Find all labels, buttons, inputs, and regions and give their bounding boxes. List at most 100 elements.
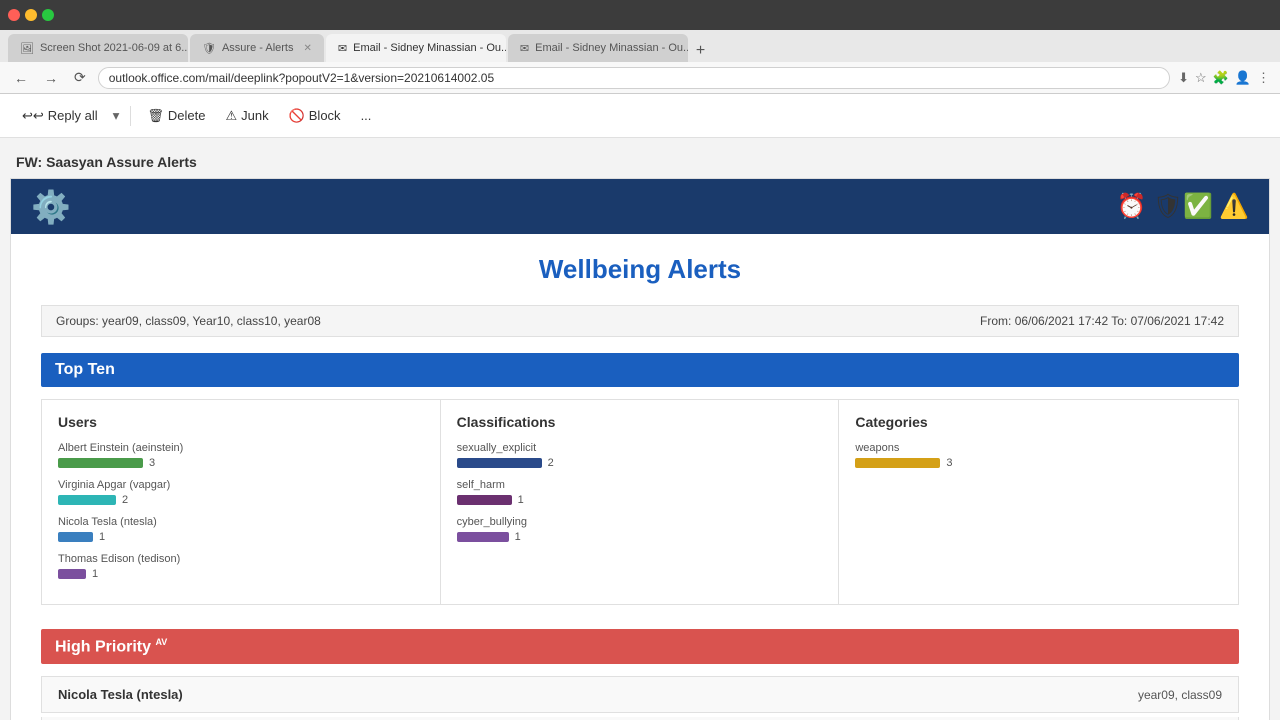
block-label: Block [309,108,341,123]
block-button[interactable]: 🚫 Block [281,104,349,128]
class-value-2: 1 [515,531,525,543]
junk-icon: ⚠ [225,108,237,124]
settings-icon[interactable]: ⋮ [1257,70,1270,86]
shield-check-icon: 🛡✅ [1153,192,1213,221]
user-row-2: Nicola Tesla (ntesla) 1 [58,516,424,543]
user-row-3: Thomas Edison (tedison) 1 [58,553,424,580]
email-body: ⚙️ ⏰ 🛡✅ ⚠️ Wellbeing Alerts Groups: year… [10,178,1270,720]
page-title: Wellbeing Alerts [41,254,1239,285]
extensions-icon[interactable]: 🧩 [1213,70,1229,86]
email-toolbar: ↩↩ Reply all ▾ 🗑 Delete ⚠ Junk 🚫 Block .… [0,94,1280,138]
top-ten-header: Top Ten [41,353,1239,387]
delete-button[interactable]: 🗑 Delete [139,104,213,128]
person-row: Nicola Tesla (ntesla) year09, class09 [41,676,1239,713]
forward-button[interactable]: → [40,68,62,88]
user-value-3: 1 [92,568,102,580]
junk-label: Junk [241,108,268,123]
cat-row-0: weapons 3 [855,442,1222,469]
warning-icon: ⚠️ [1219,192,1249,221]
email-wrapper: FW: Saasyan Assure Alerts ⚙️ ⏰ 🛡✅ ⚠️ Wel… [0,138,1280,720]
cat-value-0: 3 [946,457,956,469]
user-row-1: Virginia Apgar (vapgar) 2 [58,479,424,506]
class-label-1: self_harm [457,479,823,491]
user-label-0: Albert Einstein (aeinstein) [58,442,424,454]
window-controls [8,9,54,21]
header-logo: ⚙️ [31,188,71,226]
classifications-column: Classifications sexually_explicit 2 self… [441,400,840,604]
user-bar-container-1: 2 [58,494,424,506]
profile-icon[interactable]: 👤 [1235,70,1251,86]
tabs-bar: 🖼 Screen Shot 2021-06-09 at 6... ✕ 🛡 Ass… [0,30,1280,62]
high-priority-sup: AV [155,637,167,647]
class-bar-1 [457,495,512,505]
url-text: outlook.office.com/mail/deeplink?popoutV… [109,71,494,85]
class-row-2: cyber_bullying 1 [457,516,823,543]
classifications-title: Classifications [457,414,823,430]
groups-bar: Groups: year09, class09, Year10, class10… [41,305,1239,337]
class-label-2: cyber_bullying [457,516,823,528]
download-icon[interactable]: ⬇ [1178,70,1189,86]
tab-favicon: ✉ [338,42,347,55]
top-ten-title: Top Ten [55,361,115,378]
user-value-2: 1 [99,531,109,543]
class-bar-container-0: 2 [457,457,823,469]
tab-label: Email - Sidney Minassian - Ou... [535,42,688,54]
delete-label: Delete [168,108,206,123]
top-ten-grid: Users Albert Einstein (aeinstein) 3 Virg… [41,399,1239,605]
star-icon[interactable]: ☆ [1195,70,1207,86]
cat-bar-container-0: 3 [855,457,1222,469]
tab-screenshot[interactable]: 🖼 Screen Shot 2021-06-09 at 6... ✕ [8,34,188,62]
person-groups: year09, class09 [1138,688,1222,702]
new-tab-button[interactable]: + [690,42,711,60]
user-bar-0 [58,458,143,468]
categories-title: Categories [855,414,1222,430]
refresh-button[interactable]: ⟳ [70,67,90,88]
tab-assure[interactable]: 🛡 Assure - Alerts ✕ [190,34,324,62]
person-name: Nicola Tesla (ntesla) [58,687,183,702]
cat-bar-0 [855,458,940,468]
tab-favicon: 🛡 [202,42,216,55]
email-content: Wellbeing Alerts Groups: year09, class09… [11,234,1269,720]
block-icon: 🚫 [289,108,305,124]
user-bar-container-3: 1 [58,568,424,580]
user-label-3: Thomas Edison (tedison) [58,553,424,565]
minimize-button[interactable] [25,9,37,21]
email-header-banner: ⚙️ ⏰ 🛡✅ ⚠️ [11,179,1269,234]
delete-icon: 🗑 [147,108,164,124]
reply-all-label: Reply all [48,108,98,123]
user-row-0: Albert Einstein (aeinstein) 3 [58,442,424,469]
groups-text: Groups: year09, class09, Year10, class10… [56,314,321,328]
close-button[interactable] [8,9,20,21]
reply-all-dropdown[interactable]: ▾ [110,104,123,128]
class-bar-container-1: 1 [457,494,823,506]
maximize-button[interactable] [42,9,54,21]
tab-email-active[interactable]: ✉ Email - Sidney Minassian - Ou... ✕ [326,34,506,62]
user-label-1: Virginia Apgar (vapgar) [58,479,424,491]
tab-favicon: 🖼 [20,42,34,55]
browser-chrome [0,0,1280,30]
class-bar-0 [457,458,542,468]
user-label-2: Nicola Tesla (ntesla) [58,516,424,528]
class-bar-container-2: 1 [457,531,823,543]
class-value-0: 2 [548,457,558,469]
date-range: From: 06/06/2021 17:42 To: 07/06/2021 17… [980,314,1224,328]
class-row-1: self_harm 1 [457,479,823,506]
tab-close-icon[interactable]: ✕ [304,43,312,54]
url-bar[interactable]: outlook.office.com/mail/deeplink?popoutV… [98,67,1170,89]
reply-all-button[interactable]: ↩↩ Reply all [14,104,106,128]
tab-favicon: ✉ [520,42,529,55]
junk-button[interactable]: ⚠ Junk [217,104,276,128]
tab-email-2[interactable]: ✉ Email - Sidney Minassian - Ou... ✕ [508,34,688,62]
tab-label: Assure - Alerts [222,42,294,54]
class-row-0: sexually_explicit 2 [457,442,823,469]
tab-label: Email - Sidney Minassian - Ou... [353,42,506,54]
class-value-1: 1 [518,494,528,506]
tab-label: Screen Shot 2021-06-09 at 6... [40,42,188,54]
user-bar-1 [58,495,116,505]
toolbar-divider-1 [130,106,131,126]
class-bar-2 [457,532,509,542]
header-right-icons: ⏰ 🛡✅ ⚠️ [1117,192,1249,221]
more-button[interactable]: ... [353,104,380,127]
back-button[interactable]: ← [10,68,32,88]
user-bar-container-2: 1 [58,531,424,543]
